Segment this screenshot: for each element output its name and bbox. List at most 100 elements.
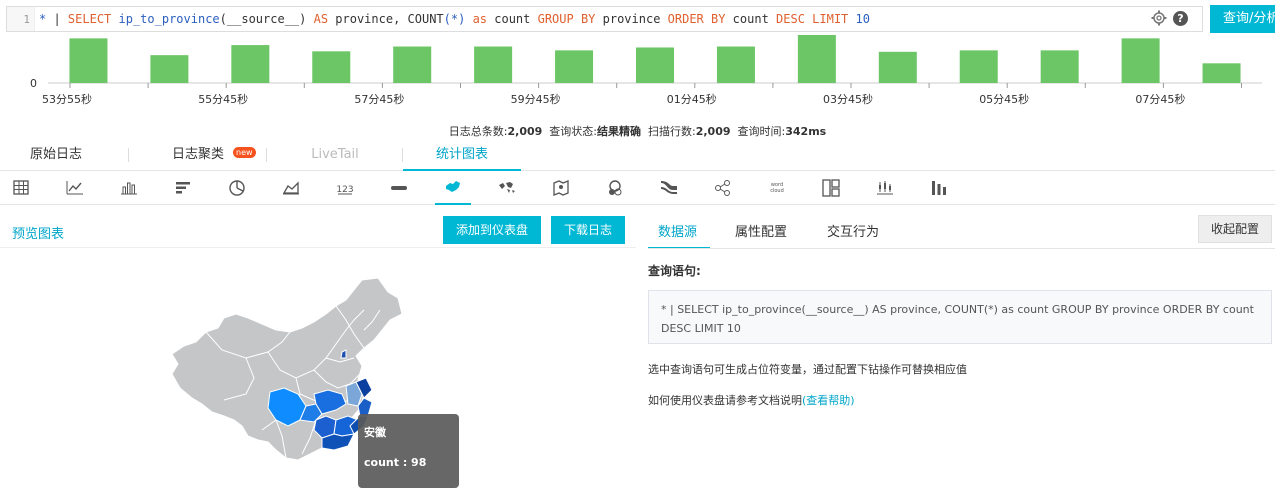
histogram-bar — [150, 55, 189, 83]
tab-charts[interactable]: 统计图表 — [403, 144, 521, 171]
histogram-bar — [797, 35, 836, 83]
histogram-bar — [636, 47, 674, 83]
search-analyze-button[interactable]: 查询/分析 — [1210, 5, 1275, 33]
chart-type-flow-icon[interactable] — [597, 171, 633, 205]
time-tick-label: 01分45秒 — [667, 92, 717, 106]
query-editor[interactable]: 1 * | SELECT ip_to_province(__source__) … — [6, 6, 1203, 32]
histogram-bar — [1040, 50, 1079, 83]
province-guangdong — [321, 433, 355, 451]
query-code[interactable]: * | SELECT ip_to_province(__source__) AS… — [35, 6, 870, 32]
time-tick-label: 07分45秒 — [1135, 92, 1185, 106]
config-divider — [648, 248, 1275, 249]
histogram-bar — [716, 46, 755, 83]
line-number: 1 — [7, 7, 35, 31]
svg-text:cloud: cloud — [770, 188, 784, 194]
tooltip-province: 安徽 — [364, 426, 386, 439]
chart-type-force-icon[interactable] — [705, 171, 741, 205]
scanned-label: 扫描行数: — [648, 125, 696, 138]
tab-livetail[interactable]: LiveTail — [310, 144, 360, 171]
histogram-bar — [1202, 63, 1241, 83]
chart-type-line-icon[interactable] — [57, 171, 93, 205]
time-tick-label: 53分55秒 — [42, 92, 92, 106]
chart-type-progress-bar-icon[interactable] — [381, 171, 417, 205]
docs-hint-text: 如何使用仪表盘请参考文档说明 — [648, 394, 802, 407]
chart-type-word-cloud-icon[interactable]: word cloud — [759, 171, 795, 205]
query-token: count — [725, 12, 777, 26]
query-stats: 日志总条数:2,009 查询状态:结果精确 扫描行数:2,009 查询时间:34… — [0, 123, 1275, 139]
total-count-value: 2,009 — [507, 125, 543, 138]
main-tabs: 原始日志 日志聚类 new LiveTail 统计图表 — [0, 144, 1275, 171]
query-statement-box[interactable]: * | SELECT ip_to_province(__source__) AS… — [648, 290, 1272, 344]
log-analysis-page: { "query": { "line_number": "1", "tokens… — [0, 0, 1275, 496]
query-token: | — [46, 12, 68, 26]
tooltip-count: count : 98 — [364, 456, 427, 469]
download-logs-button[interactable]: 下载日志 — [551, 216, 625, 244]
chart-type-bar-icon[interactable] — [111, 171, 147, 205]
histogram-bar — [555, 50, 594, 83]
time-value: 342ms — [785, 125, 827, 138]
chart-type-candlestick-icon[interactable] — [867, 171, 903, 205]
chart-type-horizontal-bar-icon[interactable] — [165, 171, 201, 205]
chart-type-toolbar: 123 word cloud — [0, 171, 1275, 205]
time-tick-label: 59分45秒 — [511, 92, 561, 106]
tab-log-cluster[interactable]: 日志聚类 — [168, 144, 228, 171]
histogram-bar — [393, 46, 432, 83]
histogram-bar — [1121, 38, 1160, 83]
chart-type-world-map-icon[interactable] — [489, 171, 525, 205]
query-token: DESC LIMIT — [776, 12, 849, 26]
map-tooltip: 安徽 count : 98 — [358, 414, 459, 488]
query-token: province — [595, 12, 668, 26]
time-tick-label: 05分45秒 — [979, 92, 1029, 106]
tab-divider — [128, 148, 129, 162]
status-value: 结果精确 — [597, 125, 641, 138]
query-token: __source__ — [226, 12, 300, 26]
query-token: 10 — [848, 12, 870, 26]
query-label: 查询语句: — [648, 264, 701, 278]
time-tick-label: 57分45秒 — [354, 92, 404, 106]
histogram-bar — [878, 51, 917, 83]
chart-type-matrix-tree-icon[interactable] — [813, 171, 849, 205]
preview-divider — [0, 247, 636, 248]
tab-raw-logs[interactable]: 原始日志 — [26, 144, 86, 171]
tab-divider — [266, 148, 267, 162]
chart-type-column-icon[interactable] — [921, 171, 957, 205]
chart-type-amap-icon[interactable] — [543, 171, 579, 205]
status-label: 查询状态: — [549, 125, 597, 138]
log-histogram[interactable]: 0 53分55秒 55分45秒 57分45秒 59分45秒 01分45秒 03分45秒 05分… — [0, 32, 1275, 112]
chart-type-area-icon[interactable] — [273, 171, 309, 205]
variable-hint: 选中查询语句可生成占位符变量，通过配置下钻操作可替换相应值 — [648, 363, 967, 376]
tab-interaction[interactable]: 交互行为 — [827, 216, 879, 249]
y-zero-label: 0 — [30, 77, 37, 90]
query-token: GROUP BY — [537, 12, 596, 26]
query-token: (*) — [443, 12, 466, 26]
query-token: ip_to_province — [111, 12, 220, 26]
chart-type-table-icon[interactable] — [3, 171, 39, 205]
gear-icon[interactable] — [1151, 10, 1167, 26]
histogram-bar — [312, 51, 351, 83]
query-token: ( — [219, 12, 227, 26]
docs-hint: 如何使用仪表盘请参考文档说明(查看帮助) — [648, 392, 855, 408]
tab-property-config[interactable]: 属性配置 — [735, 216, 787, 249]
chart-type-map-icon[interactable] — [435, 171, 471, 205]
histogram-bar — [959, 50, 998, 83]
chart-type-sankey-icon[interactable] — [651, 171, 687, 205]
query-token: ORDER BY — [667, 12, 726, 26]
query-token: count — [487, 12, 538, 26]
chart-type-pie-icon[interactable] — [219, 171, 255, 205]
scanned-value: 2,009 — [695, 125, 731, 138]
histogram-bar — [69, 38, 108, 83]
time-label: 查询时间: — [737, 125, 786, 138]
query-token: SELECT — [67, 12, 112, 26]
new-badge: new — [233, 147, 256, 158]
help-icon[interactable]: ? — [1173, 10, 1188, 26]
add-to-dashboard-button[interactable]: 添加到仪表盘 — [443, 216, 541, 244]
collapse-config-button[interactable]: 收起配置 — [1198, 215, 1272, 243]
total-count-label: 日志总条数: — [448, 125, 508, 138]
preview-chart-title: 预览图表 — [12, 227, 65, 242]
time-tick-label: 03分45秒 — [823, 92, 873, 106]
tab-data-source[interactable]: 数据源 — [648, 216, 710, 249]
chart-type-single-value-icon[interactable]: 123 — [327, 171, 363, 205]
help-link[interactable]: (查看帮助) — [802, 394, 855, 407]
query-token: AS — [306, 12, 329, 26]
histogram-bar — [231, 45, 270, 83]
